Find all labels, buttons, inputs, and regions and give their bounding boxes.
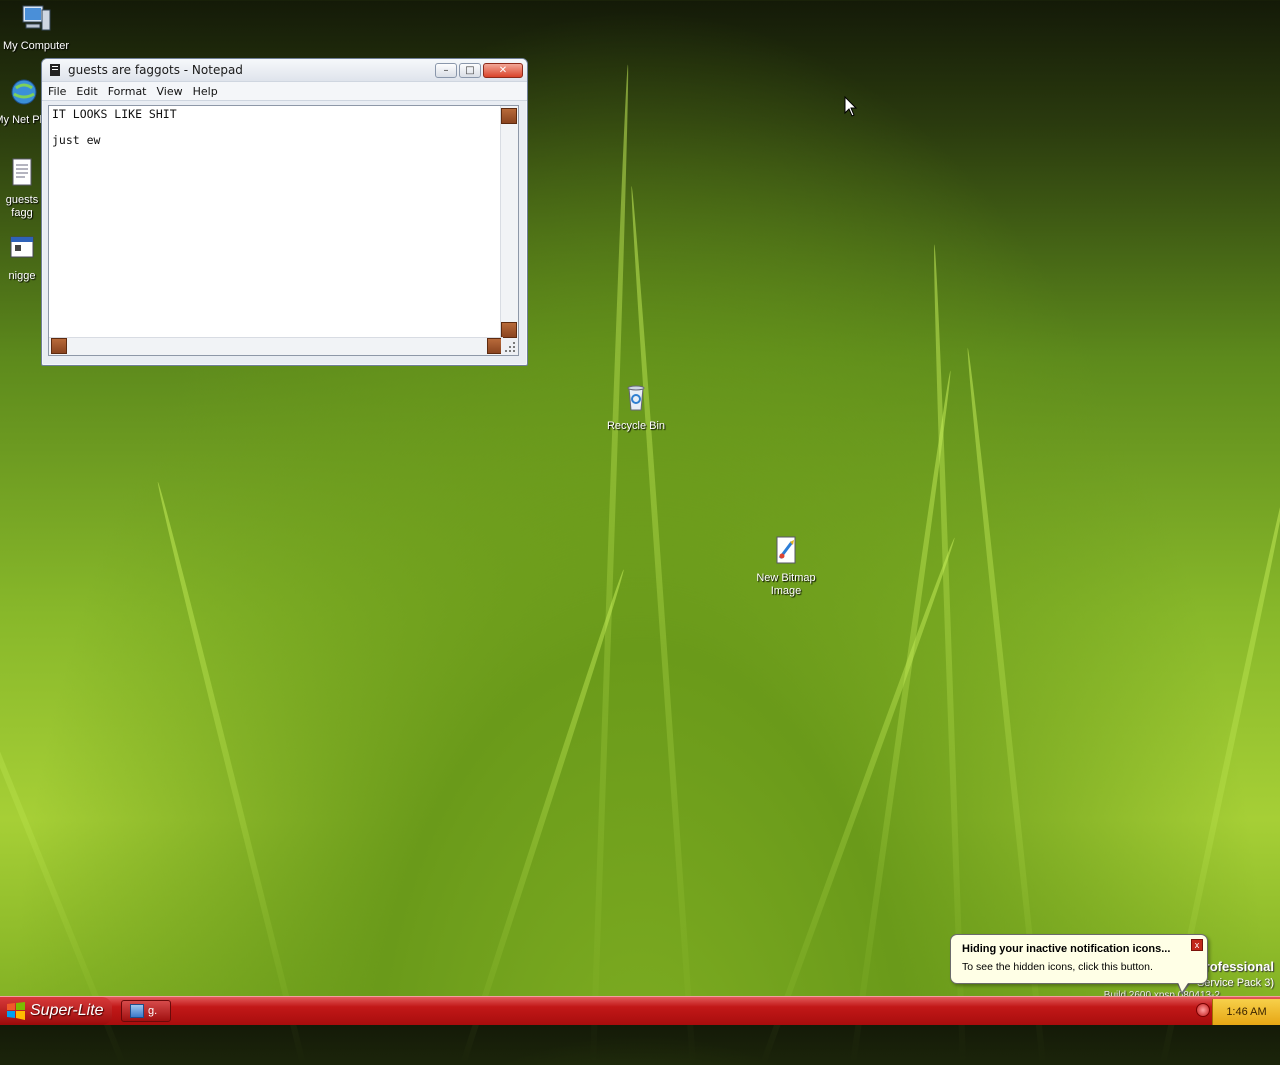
minimize-button[interactable]: – xyxy=(435,62,457,78)
recycle-bin-icon xyxy=(627,385,645,411)
bitmap-file-icon xyxy=(776,536,796,564)
desktop-icon-bitmap[interactable]: New Bitmap Image xyxy=(748,534,824,598)
taskbar-item-label: g. xyxy=(148,1005,158,1017)
resize-grip[interactable] xyxy=(501,338,518,355)
menu-view[interactable]: View xyxy=(157,85,183,98)
scroll-up-button[interactable] xyxy=(501,108,517,124)
window-title: guests are faggots - Notepad xyxy=(68,63,243,77)
mouse-cursor-icon xyxy=(844,96,858,117)
desktop-icon-recycle-bin[interactable]: Recycle Bin xyxy=(598,382,674,433)
close-button[interactable]: ✕ xyxy=(483,62,523,78)
horizontal-scrollbar[interactable] xyxy=(49,337,503,355)
balloon-text: To see the hidden icons, click this butt… xyxy=(962,961,1153,973)
desktop-icon-label: Recycle Bin xyxy=(606,420,666,432)
taskbar-item-notepad[interactable]: g. xyxy=(121,1000,171,1022)
desktop-icon-my-computer[interactable]: My Computer xyxy=(0,2,74,53)
menu-help[interactable]: Help xyxy=(193,85,218,98)
start-label: Super-Lite xyxy=(30,1002,104,1019)
notepad-app-icon xyxy=(50,64,60,76)
service-pack-text: Service Pack 3) xyxy=(1196,977,1274,989)
scroll-left-button[interactable] xyxy=(51,338,67,354)
balloon-title: Hiding your inactive notification icons.… xyxy=(962,943,1171,955)
menu-file[interactable]: File xyxy=(48,85,66,98)
notepad-titlebar[interactable]: guests are faggots - Notepad – □ ✕ xyxy=(42,59,527,81)
vertical-scrollbar[interactable] xyxy=(500,106,518,338)
my-computer-icon xyxy=(22,5,51,31)
system-tray: 1:46 AM xyxy=(1212,999,1280,1025)
balloon-close-button[interactable]: x xyxy=(1191,939,1203,951)
desktop-icon-label: New Bitmap Image xyxy=(756,572,816,597)
desktop-icon-label: My Computer xyxy=(2,40,70,52)
os-edition-text: rofessional xyxy=(1204,959,1274,974)
clock[interactable]: 1:46 AM xyxy=(1226,1006,1266,1018)
taskbar-app-icon xyxy=(130,1004,144,1018)
menu-bar: File Edit Format View Help xyxy=(42,81,527,101)
executable-file-icon xyxy=(10,236,34,258)
editor-text[interactable]: IT LOOKS LIKE SHIT just ew xyxy=(52,108,500,147)
scroll-down-button[interactable] xyxy=(501,322,517,338)
text-editor-area[interactable]: IT LOOKS LIKE SHIT just ew xyxy=(48,105,519,356)
text-file-icon xyxy=(12,158,32,186)
show-hidden-icons-button[interactable] xyxy=(1196,1003,1210,1017)
maximize-button[interactable]: □ xyxy=(459,62,481,78)
text-line-2: just ew xyxy=(52,133,101,147)
balloon-tail-fill xyxy=(1177,980,1190,992)
menu-format[interactable]: Format xyxy=(108,85,147,98)
text-line-1: IT LOOKS LIKE SHIT xyxy=(52,107,177,121)
menu-edit[interactable]: Edit xyxy=(76,85,97,98)
notification-balloon[interactable]: Hiding your inactive notification icons.… xyxy=(950,934,1208,984)
notepad-window[interactable]: guests are faggots - Notepad – □ ✕ File … xyxy=(41,58,528,366)
taskbar: Super-Lite g. 1:46 AM xyxy=(0,996,1280,1025)
windows-flag-icon xyxy=(7,1002,25,1020)
start-button[interactable]: Super-Lite xyxy=(0,997,112,1025)
network-places-icon xyxy=(11,79,37,105)
